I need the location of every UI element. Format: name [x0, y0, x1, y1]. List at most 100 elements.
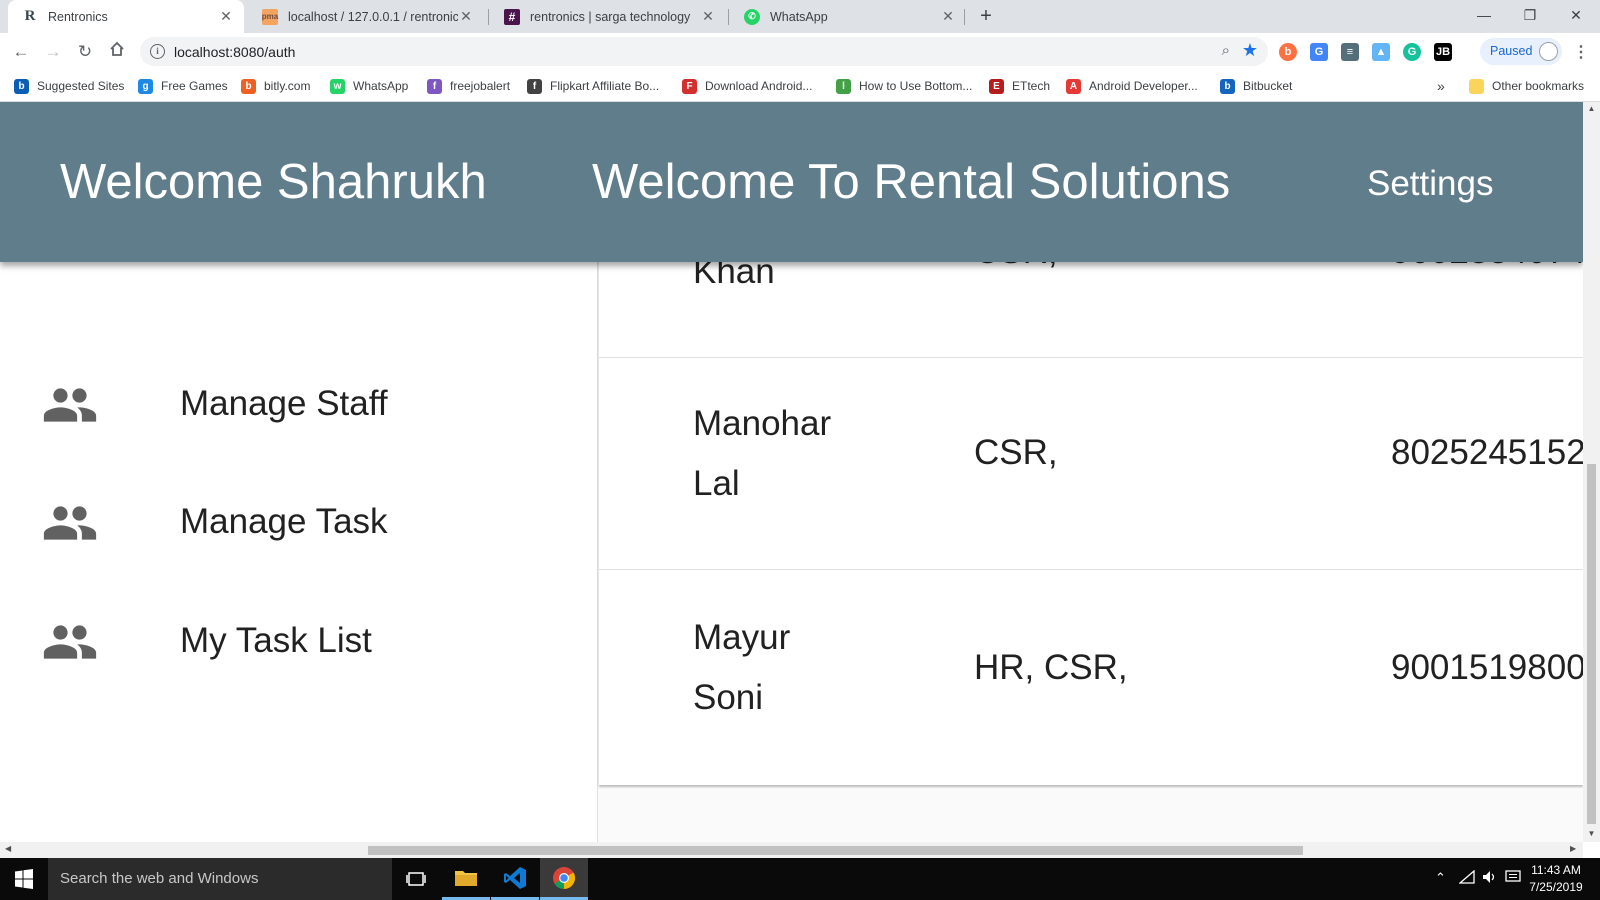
staff-roles: HR, CSR, — [974, 648, 1128, 687]
profile-paused-button[interactable]: Paused — [1480, 38, 1562, 65]
clock-date: 7/25/2019 — [1529, 880, 1583, 894]
page-viewport: Manage Staff Manage Task My Task List Kh… — [0, 102, 1583, 842]
bookmark-ettech[interactable]: E ETtech — [989, 77, 1050, 95]
bookmark-star-icon[interactable]: ★ — [1242, 40, 1258, 61]
bookmark-label: freejobalert — [450, 79, 511, 93]
extension-jetbrains-icon[interactable]: JB — [1434, 43, 1452, 61]
flipkart-icon: f — [527, 78, 542, 94]
close-window-button[interactable]: ✕ — [1553, 0, 1599, 30]
nav-my-task-list[interactable]: My Task List — [0, 601, 598, 681]
nav-manage-staff[interactable]: Manage Staff — [0, 364, 598, 444]
tab-phpmyadmin[interactable]: pma localhost / 127.0.0.1 / rentronics_ … — [248, 0, 484, 33]
restore-button[interactable]: ❐ — [1507, 0, 1553, 30]
bookmark-label: Flipkart Affiliate Bo... — [550, 79, 660, 93]
staff-phone: 8025245152 — [1391, 433, 1583, 472]
tab-sarga[interactable]: # rentronics | sarga technology ✕ — [490, 0, 726, 33]
scroll-up-arrow-icon[interactable]: ▲ — [1583, 104, 1600, 113]
tab-rentronics[interactable]: R Rentronics ✕ — [8, 0, 244, 33]
table-row[interactable]: Manohar Lal CSR, 8025245152 — [599, 358, 1583, 570]
vertical-scroll-thumb[interactable] — [1587, 464, 1596, 824]
action-center-icon[interactable] — [1505, 870, 1521, 887]
minimize-button[interactable]: — — [1461, 0, 1507, 30]
more-bookmarks-button[interactable]: » — [1437, 77, 1445, 95]
network-icon[interactable] — [1458, 869, 1475, 887]
tab-title: rentronics | sarga technology — [530, 9, 691, 24]
extension-grammarly-icon[interactable]: G — [1403, 43, 1421, 61]
people-icon — [43, 625, 97, 659]
nav-manage-task[interactable]: Manage Task — [0, 482, 598, 562]
scroll-right-arrow-icon[interactable]: ▶ — [1570, 844, 1576, 853]
address-url[interactable]: localhost:8080/auth — [174, 44, 295, 60]
bookmark-label: Other bookmarks — [1492, 79, 1585, 93]
bookmark-flipkart[interactable]: f Flipkart Affiliate Bo... — [527, 77, 659, 95]
nav-label: My Task List — [180, 621, 372, 660]
new-tab-button[interactable]: + — [975, 5, 997, 27]
tab-separator — [964, 9, 965, 25]
task-view-button[interactable] — [392, 858, 440, 900]
table-row[interactable]: Mayur Soni HR, CSR, 9001519800 — [599, 570, 1583, 784]
taskbar-chrome[interactable] — [540, 858, 588, 900]
close-tab-icon[interactable]: ✕ — [218, 8, 234, 25]
start-button[interactable] — [0, 858, 48, 900]
profile-avatar-icon — [1539, 42, 1558, 61]
browser-toolbar: ← → ↻ i localhost:8080/auth ⌕ ★ b G ≡ ▲ … — [0, 33, 1600, 70]
bookmark-label: How to Use Bottom... — [859, 79, 973, 93]
bookmark-label: bitly.com — [264, 79, 311, 93]
bookmark-label: Download Android... — [705, 79, 813, 93]
tab-title: WhatsApp — [770, 9, 828, 24]
reload-icon[interactable]: ↻ — [73, 40, 97, 64]
close-tab-icon[interactable]: ✕ — [458, 8, 474, 25]
back-arrow-icon[interactable]: ← — [9, 40, 33, 64]
bookmark-whatsapp[interactable]: w WhatsApp — [330, 77, 408, 95]
extension-bitly-icon[interactable]: b — [1279, 43, 1297, 61]
bookmark-label: Suggested Sites — [37, 79, 125, 93]
show-hidden-icons-button[interactable]: ⌃ — [1435, 870, 1446, 886]
address-bar[interactable]: i localhost:8080/auth ⌕ ★ — [140, 37, 1268, 66]
browser-tabstrip: R Rentronics ✕ pma localhost / 127.0.0.1… — [0, 0, 1600, 33]
bookmark-freejobalert[interactable]: f freejobalert — [427, 77, 510, 95]
home-icon[interactable] — [105, 40, 129, 64]
bookmark-free-games[interactable]: g Free Games — [138, 77, 228, 95]
profile-status: Paused — [1490, 44, 1533, 58]
scroll-left-arrow-icon[interactable]: ◀ — [5, 844, 11, 853]
browser-menu-icon[interactable]: ⋮ — [1573, 42, 1589, 62]
bookmark-bitly[interactable]: b bitly.com — [241, 77, 310, 95]
tab-whatsapp[interactable]: ✆ WhatsApp ✕ — [730, 0, 966, 33]
settings-link[interactable]: Settings — [1367, 162, 1493, 206]
extension-storage-icon[interactable]: ≡ — [1341, 43, 1359, 61]
folder-icon — [1469, 78, 1484, 94]
zoom-icon[interactable]: ⌕ — [1222, 42, 1230, 59]
close-tab-icon[interactable]: ✕ — [940, 8, 956, 25]
taskbar-search-box[interactable]: Search the web and Windows — [48, 858, 392, 900]
close-tab-icon[interactable]: ✕ — [700, 8, 716, 25]
extension-drive-icon[interactable]: ▲ — [1372, 43, 1390, 61]
taskbar-vscode[interactable] — [491, 858, 539, 900]
vertical-scrollbar[interactable]: ▲ ▼ — [1583, 102, 1600, 842]
tab-separator — [488, 9, 489, 25]
bookmark-how-to-use-bottom[interactable]: l How to Use Bottom... — [836, 77, 972, 95]
bookmark-label: ETtech — [1012, 79, 1051, 93]
taskbar-search-placeholder: Search the web and Windows — [60, 870, 259, 887]
volume-icon[interactable] — [1482, 870, 1498, 887]
task-view-icon — [406, 872, 426, 886]
extension-translate-icon[interactable]: G — [1310, 43, 1328, 61]
bookmark-bitbucket[interactable]: b Bitbucket — [1220, 77, 1292, 95]
scroll-down-arrow-icon[interactable]: ▼ — [1583, 829, 1600, 838]
bitbucket-icon: b — [1220, 78, 1235, 94]
horizontal-scroll-thumb[interactable] — [368, 846, 1303, 855]
taskbar-file-explorer[interactable] — [442, 858, 490, 900]
bookmark-download-android[interactable]: F Download Android... — [682, 77, 812, 95]
bookmark-suggested-sites[interactable]: b Suggested Sites — [14, 77, 124, 95]
bookmark-label: WhatsApp — [353, 79, 409, 93]
rentronics-favicon-icon: R — [24, 8, 36, 24]
taskbar-clock[interactable]: 11:43 AM 7/25/2019 — [1522, 862, 1590, 896]
bookmark-android-developer[interactable]: A Android Developer... — [1066, 77, 1198, 95]
other-bookmarks-folder[interactable]: Other bookmarks — [1469, 77, 1584, 95]
forward-arrow-icon[interactable]: → — [41, 40, 65, 64]
site-info-icon[interactable]: i — [150, 44, 165, 59]
bookmarks-bar: b Suggested Sites g Free Games b bitly.com … — [0, 70, 1600, 102]
staff-name: Mayur Soni — [693, 618, 791, 717]
whatsapp-favicon-icon: ✆ — [744, 8, 760, 25]
bookmark-label: Free Games — [161, 79, 228, 93]
horizontal-scrollbar[interactable]: ◀ ▶ — [0, 842, 1583, 858]
